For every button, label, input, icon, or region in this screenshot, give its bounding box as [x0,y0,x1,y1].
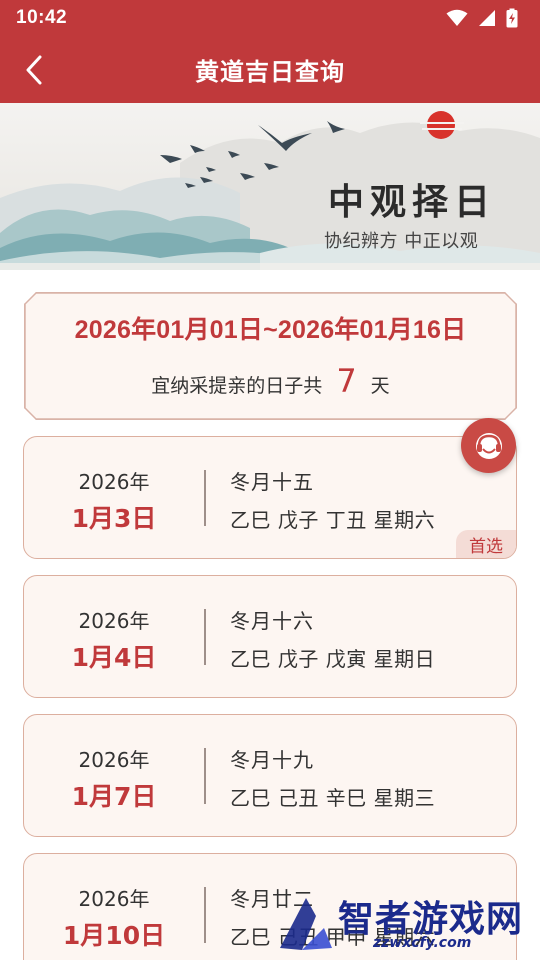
summary-prefix: 宜纳采提亲的日子共 [151,375,323,397]
customer-service-icon [475,432,502,459]
day-year: 2026年 [78,887,150,911]
day-date: 1月7日 [71,782,157,811]
status-time: 10:42 [16,7,68,28]
back-button[interactable] [14,50,54,90]
recommended-badge: 首选 [456,530,516,558]
banner-subtitle: 协纪辨方 中正以观 [324,231,479,252]
app-bar: 黄道吉日查询 [0,36,540,103]
lunar-date: 冬月十六 [230,609,314,633]
ganzhi-weekday: 乙巳 己丑 辛巳 星期三 [230,786,436,810]
lunar-date: 冬月十五 [230,470,314,494]
day-card[interactable]: 2026年 1月3日 冬月十五 乙巳 戊子 丁丑 星期六 首选 [23,436,517,559]
wifi-icon [446,9,468,27]
summary-suffix: 天 [370,375,390,397]
day-year: 2026年 [78,748,150,772]
watermark-url: zzwxcfy.com [373,935,472,951]
day-year: 2026年 [78,470,150,494]
status-icons [446,8,518,28]
day-date: 1月3日 [71,504,157,533]
status-bar: 10:42 [0,0,540,36]
page-title: 黄道吉日查询 [195,58,345,86]
banner-title: 中观择日 [328,181,497,223]
signal-icon [478,9,496,27]
day-card[interactable]: 2026年 1月4日 冬月十六 乙巳 戊子 戊寅 星期日 [23,575,517,698]
chevron-left-icon [26,55,42,85]
date-range: 2026年01月01日~2026年01月16日 [74,316,467,344]
ganzhi-weekday: 乙巳 戊子 戊寅 星期日 [230,647,436,671]
customer-service-button[interactable] [461,418,516,473]
day-date: 1月4日 [71,643,157,672]
day-card[interactable]: 2026年 1月7日 冬月十九 乙巳 己丑 辛巳 星期三 [23,714,517,837]
result-count: 7 [336,362,357,400]
divider [204,470,206,526]
divider [204,887,206,943]
lunar-date: 冬月廿二 [230,887,314,911]
battery-charging-icon [506,8,518,28]
day-year: 2026年 [78,609,150,633]
ganzhi-weekday: 乙巳 戊子 丁丑 星期六 [230,508,436,532]
banner: 中观择日 协纪辨方 中正以观 [0,103,540,270]
day-date: 1月10日 [62,921,166,950]
lunar-date: 冬月十九 [230,748,314,772]
divider [204,609,206,665]
divider [204,748,206,804]
summary-line: 宜纳采提亲的日子共 7 天 [24,362,517,400]
